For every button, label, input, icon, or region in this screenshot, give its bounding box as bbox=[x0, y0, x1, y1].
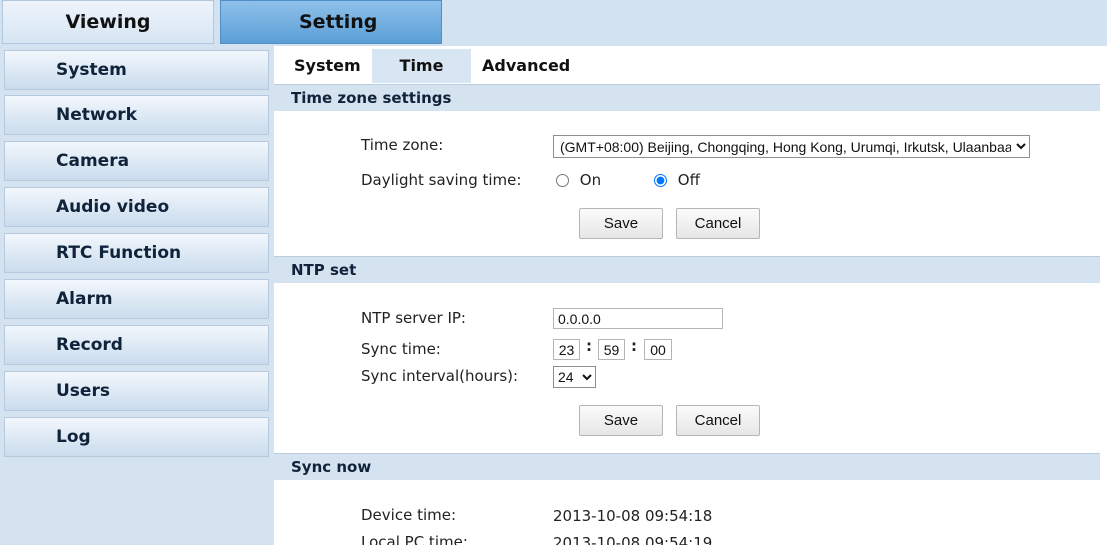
tab-viewing[interactable]: Viewing bbox=[2, 0, 214, 44]
time-zone-save-button[interactable]: Save bbox=[579, 208, 663, 239]
subtab-system[interactable]: System bbox=[294, 49, 361, 83]
device-time-label: Device time: bbox=[361, 506, 457, 524]
tab-setting[interactable]: Setting bbox=[220, 0, 442, 44]
sync-time-colon: : bbox=[631, 337, 637, 355]
local-pc-time-value: 2013-10-08 09:54:19 bbox=[553, 534, 713, 545]
sync-second-input[interactable] bbox=[644, 339, 672, 360]
sidebar-item-log[interactable]: Log bbox=[4, 417, 269, 457]
local-pc-time-label: Local PC time: bbox=[361, 533, 468, 545]
dst-on-option[interactable]: On bbox=[556, 171, 601, 189]
sync-interval-select[interactable]: 24 bbox=[553, 366, 596, 388]
subtab-advanced[interactable]: Advanced bbox=[482, 49, 570, 83]
sidebar: System Network Camera Audio video RTC Fu… bbox=[0, 46, 274, 545]
ntp-cancel-button[interactable]: Cancel bbox=[676, 405, 760, 436]
top-navigation-bar: Viewing Setting bbox=[0, 0, 1107, 46]
settings-panel: System Time Advanced Time zone settings … bbox=[274, 46, 1107, 545]
section-header-sync-now: Sync now bbox=[274, 453, 1100, 480]
sync-time-colon: : bbox=[586, 337, 592, 355]
device-time-value: 2013-10-08 09:54:18 bbox=[553, 507, 713, 525]
dst-label: Daylight saving time: bbox=[361, 171, 522, 189]
sync-time-label: Sync time: bbox=[361, 340, 441, 358]
section-header-time-zone: Time zone settings bbox=[274, 84, 1100, 111]
time-zone-cancel-button[interactable]: Cancel bbox=[676, 208, 760, 239]
sidebar-item-users[interactable]: Users bbox=[4, 371, 269, 411]
ntp-server-ip-input[interactable] bbox=[553, 308, 723, 329]
sync-interval-label: Sync interval(hours): bbox=[361, 367, 519, 385]
sidebar-item-network[interactable]: Network bbox=[4, 95, 269, 135]
dst-on-radio[interactable] bbox=[556, 174, 569, 187]
sidebar-item-rtc-function[interactable]: RTC Function bbox=[4, 233, 269, 273]
sidebar-item-system[interactable]: System bbox=[4, 50, 269, 90]
subtab-time[interactable]: Time bbox=[372, 49, 471, 83]
dst-on-label: On bbox=[579, 171, 602, 189]
ntp-save-button[interactable]: Save bbox=[579, 405, 663, 436]
ntp-server-ip-label: NTP server IP: bbox=[361, 309, 466, 327]
sidebar-item-camera[interactable]: Camera bbox=[4, 141, 269, 181]
dst-off-radio[interactable] bbox=[654, 174, 667, 187]
sidebar-item-record[interactable]: Record bbox=[4, 325, 269, 365]
time-zone-select[interactable]: (GMT+08:00) Beijing, Chongqing, Hong Kon… bbox=[553, 135, 1030, 158]
sidebar-item-alarm[interactable]: Alarm bbox=[4, 279, 269, 319]
dst-off-label: Off bbox=[677, 171, 700, 189]
time-zone-label: Time zone: bbox=[361, 136, 444, 154]
sidebar-item-audio-video[interactable]: Audio video bbox=[4, 187, 269, 227]
sync-minute-input[interactable] bbox=[598, 339, 625, 360]
section-header-ntp: NTP set bbox=[274, 256, 1100, 283]
dst-off-option[interactable]: Off bbox=[654, 171, 700, 189]
sync-hour-input[interactable] bbox=[553, 339, 580, 360]
